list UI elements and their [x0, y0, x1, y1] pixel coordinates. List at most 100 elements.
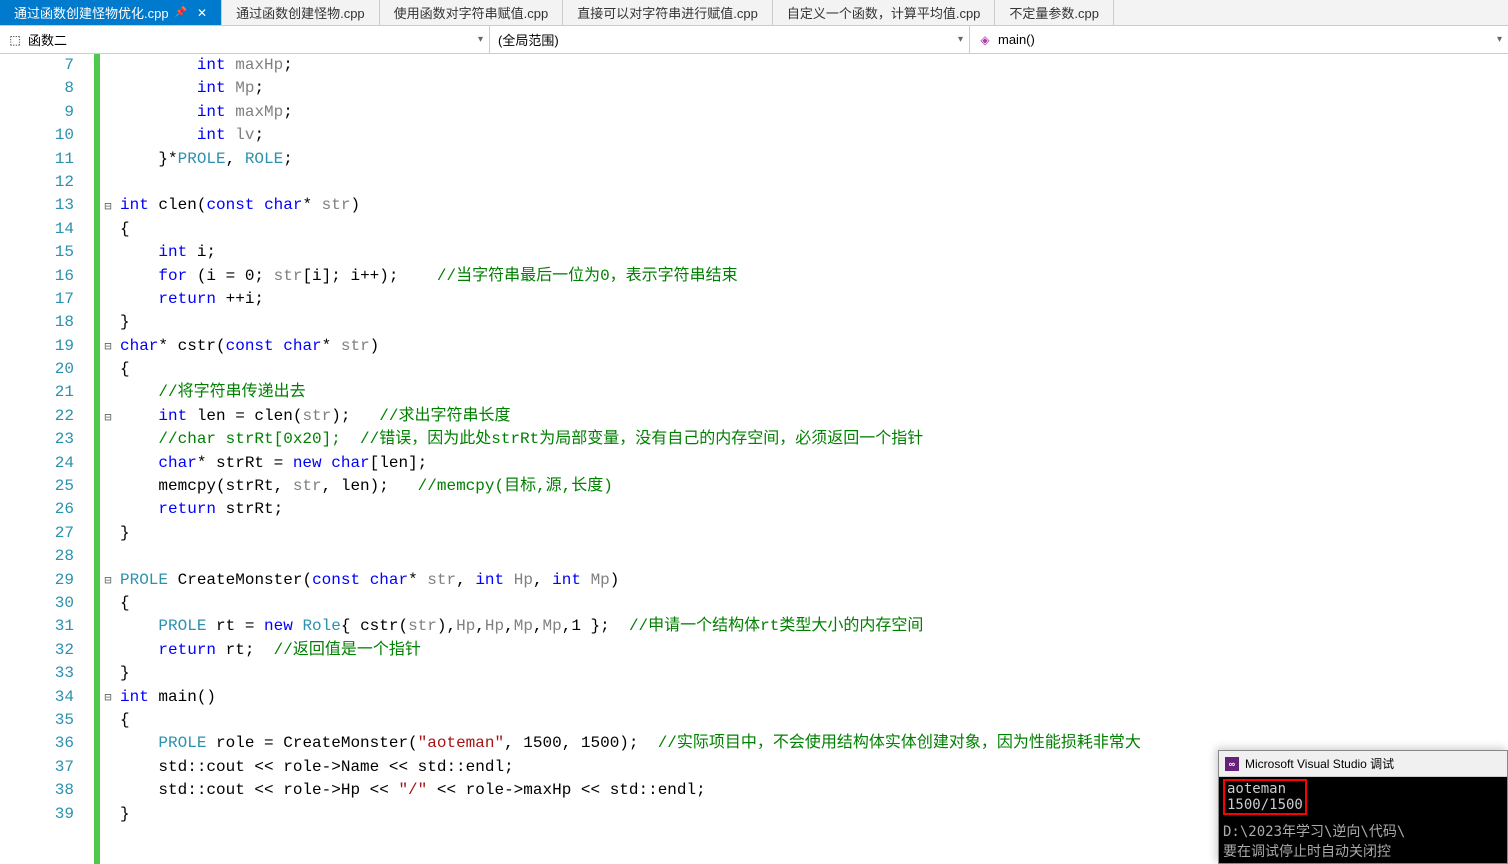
- fold-toggle[interactable]: ⊟: [100, 335, 116, 358]
- code-line[interactable]: int len = clen(str); //求出字符串长度: [120, 405, 1508, 428]
- file-tab[interactable]: 通过函数创建怪物优化.cpp📌✕: [0, 0, 222, 25]
- tab-label: 不定量参数.cpp: [1009, 3, 1099, 22]
- file-tab[interactable]: 不定量参数.cpp: [995, 0, 1114, 25]
- line-number: 13: [0, 194, 74, 217]
- fold-toggle[interactable]: ⊟: [100, 686, 116, 709]
- line-number: 9: [0, 101, 74, 124]
- line-number: 29: [0, 569, 74, 592]
- code-line[interactable]: char* cstr(const char* str): [120, 335, 1508, 358]
- code-line[interactable]: int i;: [120, 241, 1508, 264]
- line-number: 26: [0, 498, 74, 521]
- line-number: 31: [0, 615, 74, 638]
- line-number: 7: [0, 54, 74, 77]
- line-number: 32: [0, 639, 74, 662]
- pin-icon[interactable]: 📌: [175, 7, 187, 18]
- code-line[interactable]: return ++i;: [120, 288, 1508, 311]
- line-number: 17: [0, 288, 74, 311]
- code-line[interactable]: memcpy(strRt, str, len); //memcpy(目标,源,长…: [120, 475, 1508, 498]
- code-editor[interactable]: int maxHp; int Mp; int maxMp; int lv; }*…: [116, 54, 1508, 864]
- console-output: aoteman 1500/1500 D:\2023年学习\逆向\代码\ 要在调试…: [1219, 777, 1507, 863]
- code-line[interactable]: //将字符串传递出去: [120, 381, 1508, 404]
- line-number: 12: [0, 171, 74, 194]
- code-line[interactable]: int main(): [120, 686, 1508, 709]
- project-name: 函数二: [28, 30, 67, 49]
- code-line[interactable]: return rt; //返回值是一个指针: [120, 639, 1508, 662]
- file-tab[interactable]: 直接可以对字符串进行赋值.cpp: [563, 0, 773, 25]
- file-tab[interactable]: 通过函数创建怪物.cpp: [222, 0, 380, 25]
- fold-toggle[interactable]: ⊟: [100, 405, 116, 428]
- line-number: 34: [0, 686, 74, 709]
- tab-label: 直接可以对字符串进行赋值.cpp: [577, 3, 758, 22]
- file-tab[interactable]: 自定义一个函数，计算平均值.cpp: [773, 0, 996, 25]
- fold-spacer: [100, 77, 116, 100]
- fold-spacer: [100, 498, 116, 521]
- code-line[interactable]: [120, 171, 1508, 194]
- code-line[interactable]: for (i = 0; str[i]; i++); //当字符串最后一位为0，表…: [120, 265, 1508, 288]
- scope-label: (全局范围): [498, 30, 559, 49]
- code-line[interactable]: int maxHp;: [120, 54, 1508, 77]
- fold-spacer: [100, 171, 116, 194]
- code-line[interactable]: return strRt;: [120, 498, 1508, 521]
- fold-spacer: [100, 662, 116, 685]
- code-line[interactable]: {: [120, 709, 1508, 732]
- line-number: 18: [0, 311, 74, 334]
- fold-spacer: [100, 311, 116, 334]
- code-line[interactable]: int clen(const char* str): [120, 194, 1508, 217]
- scope-dropdown[interactable]: (全局范围) ▾: [490, 26, 970, 53]
- code-line[interactable]: PROLE rt = new Role{ cstr(str),Hp,Hp,Mp,…: [120, 615, 1508, 638]
- code-line[interactable]: }: [120, 662, 1508, 685]
- code-line[interactable]: {: [120, 218, 1508, 241]
- fold-spacer: [100, 545, 116, 568]
- console-titlebar[interactable]: ∞ Microsoft Visual Studio 调试: [1219, 751, 1507, 777]
- line-number: 21: [0, 381, 74, 404]
- code-line[interactable]: {: [120, 592, 1508, 615]
- line-number: 10: [0, 124, 74, 147]
- fold-spacer: [100, 54, 116, 77]
- close-icon[interactable]: ✕: [197, 6, 207, 20]
- code-line[interactable]: }: [120, 311, 1508, 334]
- code-line[interactable]: //char strRt[0x20]; //错误，因为此处strRt为局部变量，…: [120, 428, 1508, 451]
- line-number: 16: [0, 265, 74, 288]
- fold-toggle[interactable]: ⊟: [100, 569, 116, 592]
- code-line[interactable]: PROLE CreateMonster(const char* str, int…: [120, 569, 1508, 592]
- project-dropdown[interactable]: ⬚ 函数二 ▾: [0, 26, 490, 53]
- fold-spacer: [100, 756, 116, 779]
- line-number-gutter: 7891011121314151617181920212223242526272…: [0, 54, 94, 864]
- line-number: 25: [0, 475, 74, 498]
- tab-label: 自定义一个函数，计算平均值.cpp: [787, 3, 981, 22]
- fold-spacer: [100, 358, 116, 381]
- project-icon: ⬚: [8, 33, 22, 47]
- code-line[interactable]: {: [120, 358, 1508, 381]
- member-dropdown[interactable]: ◈ main() ▾: [970, 26, 1508, 53]
- file-tab[interactable]: 使用函数对字符串赋值.cpp: [380, 0, 564, 25]
- console-text: 要在调试停止时自动关闭控: [1223, 841, 1503, 861]
- fold-spacer: [100, 615, 116, 638]
- line-number: 27: [0, 522, 74, 545]
- code-line[interactable]: }: [120, 522, 1508, 545]
- line-number: 20: [0, 358, 74, 381]
- line-number: 8: [0, 77, 74, 100]
- fold-spacer: [100, 381, 116, 404]
- code-line[interactable]: char* strRt = new char[len];: [120, 452, 1508, 475]
- code-line[interactable]: int maxMp;: [120, 101, 1508, 124]
- code-line[interactable]: int Mp;: [120, 77, 1508, 100]
- fold-spacer: [100, 265, 116, 288]
- line-number: 39: [0, 803, 74, 826]
- code-line[interactable]: [120, 545, 1508, 568]
- fold-spacer: [100, 124, 116, 147]
- navigation-bar: ⬚ 函数二 ▾ (全局范围) ▾ ◈ main() ▾: [0, 26, 1508, 54]
- code-line[interactable]: int lv;: [120, 124, 1508, 147]
- line-number: 35: [0, 709, 74, 732]
- chevron-down-icon: ▾: [1497, 34, 1502, 45]
- fold-spacer: [100, 779, 116, 802]
- fold-toggle[interactable]: ⊟: [100, 194, 116, 217]
- code-line[interactable]: }*PROLE, ROLE;: [120, 148, 1508, 171]
- chevron-down-icon: ▾: [478, 34, 483, 45]
- tab-bar: 通过函数创建怪物优化.cpp📌✕通过函数创建怪物.cpp使用函数对字符串赋值.c…: [0, 0, 1508, 26]
- line-number: 36: [0, 732, 74, 755]
- line-number: 38: [0, 779, 74, 802]
- method-icon: ◈: [978, 33, 992, 47]
- editor-area: 7891011121314151617181920212223242526272…: [0, 54, 1508, 864]
- debug-console-window[interactable]: ∞ Microsoft Visual Studio 调试 aoteman 150…: [1218, 750, 1508, 864]
- fold-spacer: [100, 639, 116, 662]
